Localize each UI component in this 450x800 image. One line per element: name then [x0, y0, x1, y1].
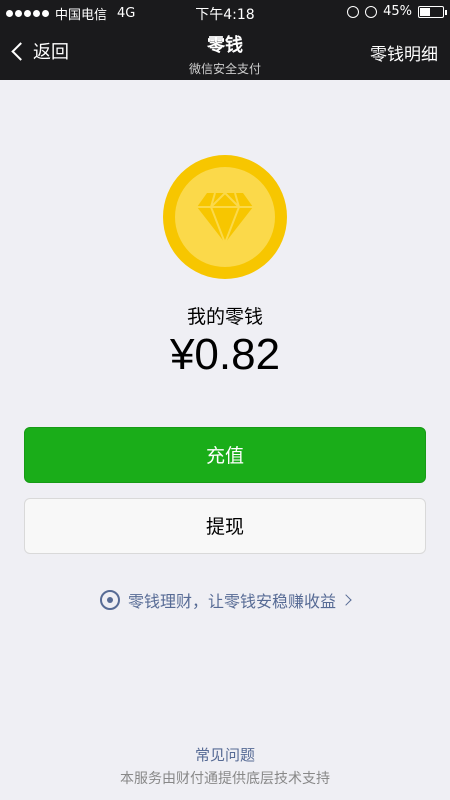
battery-icon: [418, 5, 447, 18]
promo-text: 零钱理财，让零钱安稳赚收益: [127, 592, 336, 611]
withdraw-button[interactable]: 提现: [24, 498, 426, 554]
battery-percent: 45%: [383, 4, 412, 19]
status-bar: 中国电信 4G 下午4:18 45%: [0, 0, 450, 24]
battery-fill: [420, 7, 430, 16]
nav-bar: 返回 零钱 微信安全支付 零钱明细: [0, 24, 450, 80]
chevron-right-icon: [340, 594, 352, 606]
wealth-icon: [99, 590, 120, 610]
coin-inner: [175, 167, 275, 267]
balance-amount: ¥0.82: [169, 330, 281, 379]
recharge-button[interactable]: 充值: [24, 427, 426, 483]
lock-rotation-icon: [347, 5, 360, 18]
coin-icon: [163, 155, 287, 279]
change-details-button[interactable]: 零钱明细: [370, 40, 438, 65]
alarm-icon: [365, 5, 378, 18]
wealth-promo-link[interactable]: 零钱理财，让零钱安稳赚收益: [0, 588, 450, 612]
balance-label: 我的零钱: [186, 306, 263, 328]
faq-link[interactable]: 常见问题: [0, 744, 450, 765]
diamond-icon: [197, 191, 253, 243]
footer-note: 本服务由财付通提供底层技术支持: [120, 771, 330, 787]
status-right: 45%: [347, 4, 447, 19]
